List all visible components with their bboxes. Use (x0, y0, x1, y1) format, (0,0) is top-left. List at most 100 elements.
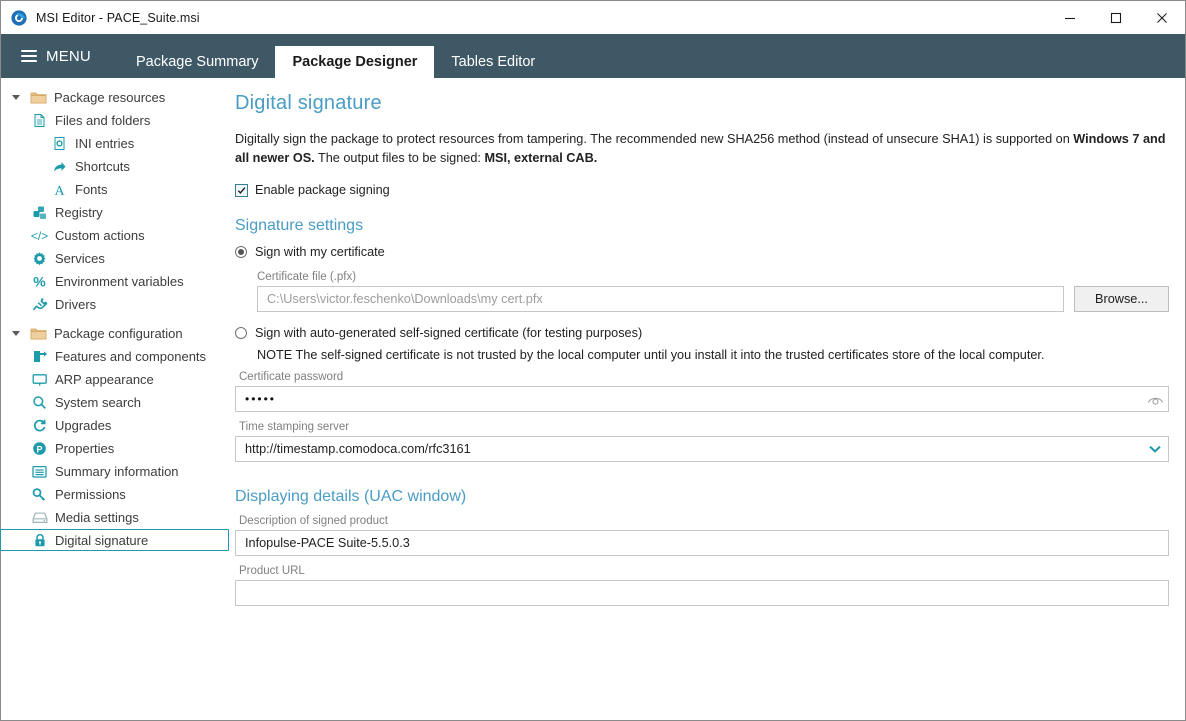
radio-sign-with-my-certificate[interactable]: Sign with my certificate (235, 241, 1169, 262)
check-icon (237, 186, 246, 194)
title-bar: MSI Editor - PACE_Suite.msi (1, 1, 1185, 34)
sidebar-item-label: Media settings (55, 510, 139, 525)
eye-icon[interactable] (1146, 390, 1164, 408)
tab-tables-editor[interactable]: Tables Editor (434, 46, 552, 78)
sidebar-item-properties[interactable]: P Properties (1, 437, 229, 460)
tab-list: Package Summary Package Designer Tables … (119, 34, 552, 78)
timestamp-server-row: http://timestamp.comodoca.com/rfc3161 (235, 436, 1169, 462)
tab-package-designer[interactable]: Package Designer (275, 46, 435, 78)
refresh-icon (31, 417, 48, 434)
plug-icon (31, 296, 48, 313)
sidebar-item-label: Properties (55, 441, 115, 456)
hamburger-icon (21, 50, 37, 62)
sidebar-item-media-settings[interactable]: Media settings (1, 506, 229, 529)
sidebar-item-custom-actions[interactable]: </> Custom actions (1, 224, 229, 247)
tab-label: Package Summary (135, 54, 259, 70)
chevron-down-icon[interactable] (1146, 440, 1164, 458)
radio-sign-with-self-signed-certificate[interactable]: Sign with auto-generated self-signed cer… (235, 322, 1169, 343)
pace-logo-icon (10, 9, 28, 27)
sidebar-item-features-and-components[interactable]: Features and components (1, 345, 229, 368)
minimize-icon[interactable] (1047, 1, 1093, 34)
signed-product-description-label: Description of signed product (239, 515, 388, 527)
sidebar-item-label: Features and components (55, 349, 207, 364)
lock-icon (31, 532, 48, 549)
sidebar-item-label: Files and folders (55, 113, 151, 128)
signed-product-description-value: Infopulse-PACE Suite-5.5.0.3 (245, 536, 410, 550)
sidebar-item-arp-appearance[interactable]: ARP appearance (1, 368, 229, 391)
sidebar-item-label: Custom actions (55, 228, 145, 243)
page-title: Digital signature (235, 92, 382, 114)
tab-package-summary[interactable]: Package Summary (119, 46, 276, 78)
menu-button[interactable]: MENU (17, 34, 105, 78)
app-window: MSI Editor - PACE_Suite.msi MENU Package… (0, 0, 1186, 721)
sidebar-item-fonts[interactable]: A Fonts (1, 178, 229, 201)
radio-button (235, 326, 247, 339)
sidebar-item-files-and-folders[interactable]: Files and folders (1, 109, 229, 132)
sidebar-item-label: Package resources (54, 90, 166, 105)
sidebar-item-services[interactable]: Services (1, 247, 229, 270)
sidebar-item-label: Upgrades (55, 418, 112, 433)
svg-text:</>: </> (31, 229, 48, 243)
close-icon[interactable] (1139, 1, 1185, 34)
sidebar-item-package-configuration[interactable]: Package configuration (1, 322, 229, 345)
window-title: MSI Editor - PACE_Suite.msi (36, 10, 200, 25)
folder-icon (30, 325, 47, 342)
svg-text:P: P (36, 445, 42, 455)
chevron-down-icon[interactable] (9, 331, 23, 336)
sidebar-item-drivers[interactable]: Drivers (1, 293, 229, 316)
sidebar-item-label: Fonts (75, 182, 108, 197)
page-description: Digitally sign the package to protect re… (235, 130, 1169, 168)
sidebar-item-permissions[interactable]: Permissions (1, 483, 229, 506)
sidebar-item-label: Registry (55, 205, 103, 220)
code-icon: </> (31, 227, 48, 244)
content-panel: Digital signature Digitally sign the pac… (229, 78, 1185, 720)
sidebar-item-label: Permissions (55, 487, 126, 502)
sidebar-item-environment-variables[interactable]: % Environment variables (1, 270, 229, 293)
sidebar-item-label: INI entries (75, 136, 135, 151)
sidebar-item-summary-information[interactable]: Summary information (1, 460, 229, 483)
signed-product-description-input[interactable]: Infopulse-PACE Suite-5.5.0.3 (235, 530, 1169, 556)
product-url-row (235, 580, 1169, 606)
enable-package-signing-checkbox[interactable]: Enable package signing (235, 183, 1169, 197)
list-icon (31, 463, 48, 480)
monitor-icon (31, 371, 48, 388)
main-body: Package resources Files and folders INI … (0, 78, 1185, 720)
title-bar-left: MSI Editor - PACE_Suite.msi (1, 9, 200, 27)
media-icon (31, 509, 48, 526)
tab-label: Tables Editor (451, 54, 536, 70)
certificate-password-input[interactable]: ••••• (235, 386, 1169, 412)
certificate-file-value: C:\Users\victor.feschenko\Downloads\my c… (267, 292, 543, 306)
folder-icon (30, 89, 47, 106)
window-controls (1047, 1, 1185, 34)
properties-icon: P (31, 440, 48, 457)
browse-button[interactable]: Browse... (1074, 286, 1169, 312)
timestamp-server-select[interactable]: http://timestamp.comodoca.com/rfc3161 (235, 436, 1169, 462)
sidebar-item-shortcuts[interactable]: Shortcuts (1, 155, 229, 178)
uac-heading: Displaying details (UAC window) (235, 488, 467, 505)
product-url-input[interactable] (235, 580, 1169, 606)
sidebar-item-label: Services (55, 251, 105, 266)
sidebar-item-upgrades[interactable]: Upgrades (1, 414, 229, 437)
certificate-file-input[interactable]: C:\Users\victor.feschenko\Downloads\my c… (257, 286, 1064, 312)
description-part1: Digitally sign the package to protect re… (235, 132, 1074, 146)
key-icon (31, 486, 48, 503)
chevron-down-icon[interactable] (9, 95, 23, 100)
certificate-password-row: ••••• (235, 386, 1169, 412)
radio-label: Sign with my certificate (255, 244, 385, 259)
maximize-icon[interactable] (1093, 1, 1139, 34)
description-bold2: MSI, external CAB. (484, 151, 598, 165)
sidebar-item-package-resources[interactable]: Package resources (1, 86, 229, 109)
sidebar-tree: Package resources Files and folders INI … (0, 78, 229, 720)
sidebar-item-digital-signature[interactable]: Digital signature (0, 529, 229, 551)
signature-settings-heading: Signature settings (235, 217, 364, 234)
sidebar-item-registry[interactable]: Registry (1, 201, 229, 224)
timestamp-server-value: http://timestamp.comodoca.com/rfc3161 (245, 442, 471, 456)
browse-button-label: Browse... (1095, 292, 1148, 306)
radio-button (235, 245, 247, 258)
sidebar-item-ini-entries[interactable]: INI entries (1, 132, 229, 155)
gear-icon (31, 250, 48, 267)
sidebar-item-system-search[interactable]: System search (1, 391, 229, 414)
certificate-file-row: C:\Users\victor.feschenko\Downloads\my c… (235, 286, 1169, 312)
sidebar-item-label: Package configuration (54, 326, 183, 341)
sidebar-item-label: ARP appearance (55, 372, 154, 387)
